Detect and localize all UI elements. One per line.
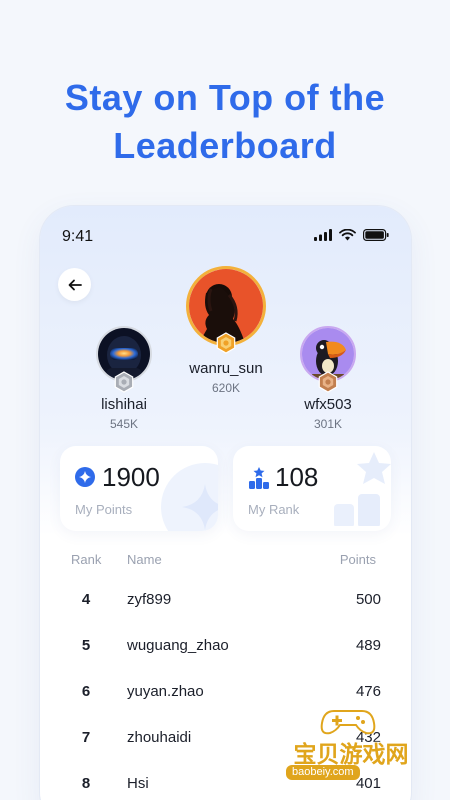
- row-name: zhouhaidi: [127, 729, 192, 746]
- headline-line-1: Stay on Top of the: [64, 77, 386, 118]
- row-name: yuyan.zhao: [127, 683, 204, 700]
- podium-name: wanru_sun: [189, 360, 263, 377]
- points-icon: [75, 467, 95, 487]
- row-points: 489: [355, 637, 381, 654]
- game-controller-icon: [320, 710, 376, 735]
- rank-column-header: Rank: [71, 552, 102, 567]
- my-rank-card[interactable]: 108 My Rank: [233, 446, 391, 531]
- row-name: Hsi: [127, 775, 149, 792]
- gold-medal-icon: [216, 332, 236, 354]
- podium-name: wfx503: [304, 396, 352, 413]
- row-rank: 4: [81, 591, 91, 608]
- row-points: 500: [355, 591, 381, 608]
- rank-icon: [249, 467, 269, 489]
- watermark-url: baobeiy.com: [286, 765, 360, 780]
- sparkle-background-icon: [161, 463, 218, 531]
- my-rank-value: 108: [275, 462, 319, 492]
- podium-points: 620K: [211, 381, 241, 395]
- row-rank: 8: [81, 775, 91, 792]
- signal-icon: [314, 229, 332, 241]
- row-points: 476: [355, 683, 381, 700]
- arrow-left-icon: [68, 279, 82, 290]
- bronze-medal-icon: [318, 371, 338, 393]
- table-row[interactable]: 4 zyf899 500: [40, 591, 411, 637]
- podium-points: 301K: [313, 417, 343, 431]
- table-row[interactable]: 5 wuguang_zhao 489: [40, 637, 411, 683]
- points-column-header: Points: [339, 552, 376, 567]
- back-button[interactable]: [58, 268, 91, 301]
- podium-first[interactable]: wanru_sun 620K: [175, 266, 277, 395]
- row-name: wuguang_zhao: [127, 637, 229, 654]
- rank-background-icon: [334, 452, 391, 526]
- podium-name: lishihai: [101, 396, 147, 413]
- my-points-value: 1900: [102, 462, 160, 492]
- podium-third[interactable]: wfx503 301K: [288, 326, 368, 431]
- silver-medal-icon: [114, 371, 134, 393]
- podium-points: 545K: [109, 417, 139, 431]
- headline-line-2: Leaderboard: [113, 125, 337, 166]
- headline: Stay on Top of the Leaderboard: [0, 74, 450, 170]
- wifi-icon: [339, 229, 356, 241]
- my-points-label: My Points: [75, 502, 133, 517]
- my-points-card[interactable]: 1900 My Points: [60, 446, 218, 531]
- podium-second[interactable]: lishihai 545K: [84, 326, 164, 431]
- status-time: 9:41: [62, 228, 94, 245]
- my-rank-label: My Rank: [248, 502, 300, 517]
- row-name: zyf899: [127, 591, 172, 608]
- row-rank: 7: [81, 729, 91, 746]
- watermark: 宝贝游戏网 baobeiy.com: [276, 705, 426, 785]
- battery-icon: [363, 229, 389, 241]
- row-rank: 6: [81, 683, 91, 700]
- watermark-text: 宝贝游戏网: [293, 742, 409, 768]
- status-icons: [314, 229, 389, 241]
- name-column-header: Name: [127, 552, 162, 567]
- row-rank: 5: [81, 637, 91, 654]
